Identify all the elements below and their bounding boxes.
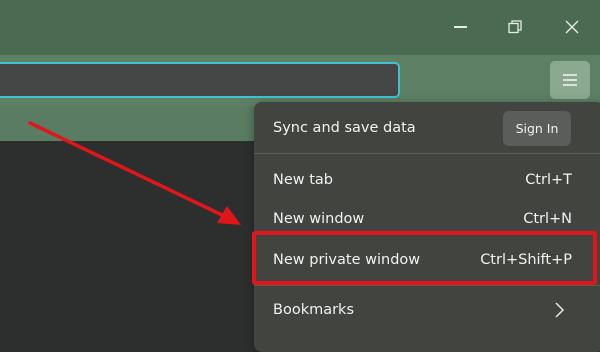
new-window-shortcut: Ctrl+N [523,211,572,227]
menu-separator [254,153,600,154]
hamburger-menu-icon [563,74,577,86]
minimize-button[interactable] [445,12,475,42]
close-window-button[interactable] [557,12,587,42]
restore-icon [508,20,522,34]
app-menu-button[interactable] [550,61,590,99]
minimize-icon [453,26,467,28]
chevron-right-icon [555,302,565,318]
menu-item-bookmarks[interactable]: Bookmarks [273,300,354,320]
highlight-box [252,231,597,285]
url-bar[interactable] [0,62,400,98]
menu-item-new-tab[interactable]: New tab [273,170,333,190]
close-icon [565,20,579,34]
app-menu-panel: Sync and save data Sign In New tab Ctrl+… [254,102,600,352]
menu-item-new-window[interactable]: New window [273,209,364,229]
sync-and-save-label: Sync and save data [273,120,416,136]
restore-button[interactable] [500,12,530,42]
menu-separator [254,285,600,286]
sign-in-button[interactable]: Sign In [503,111,571,146]
new-tab-shortcut: Ctrl+T [525,172,572,188]
